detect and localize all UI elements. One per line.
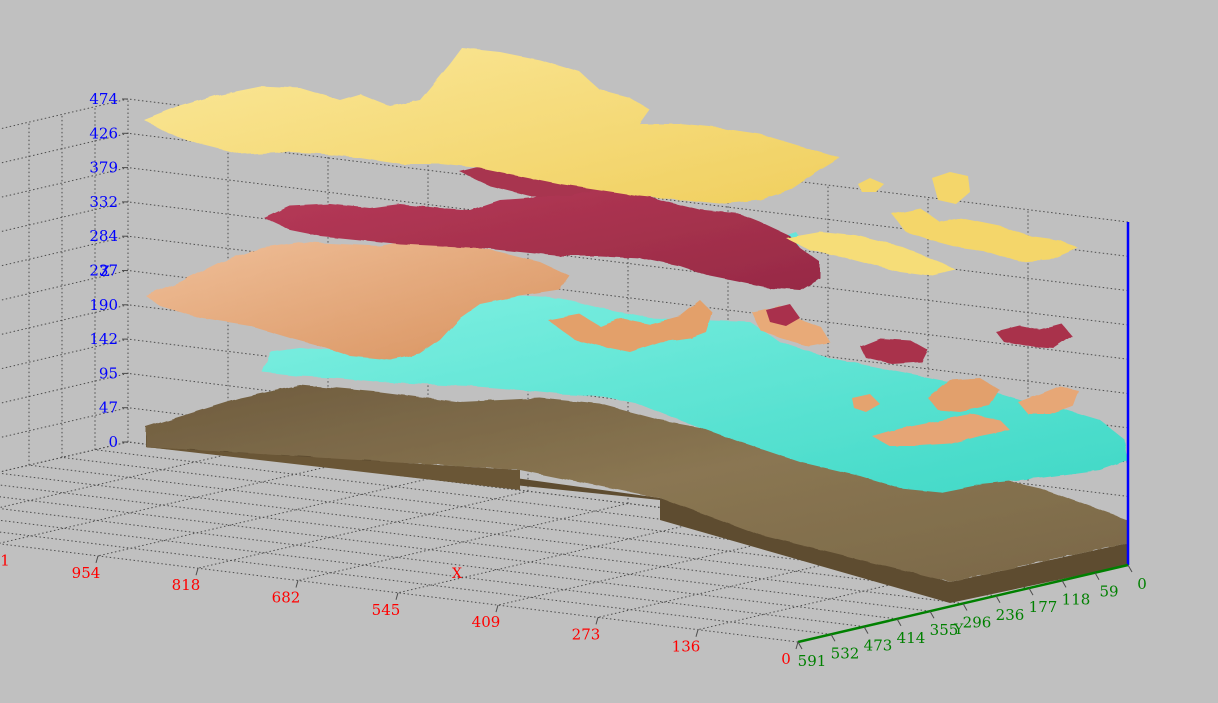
x-tick: [195, 568, 199, 576]
y-tick: [797, 641, 803, 650]
x-tick-label: 545: [372, 601, 401, 619]
y-tick: [929, 610, 935, 619]
x-tick: [595, 617, 599, 625]
grid-line: [0, 441, 129, 473]
z-tick-label: 284: [89, 227, 118, 245]
x-tick: [795, 641, 799, 650]
yellow-fragment: [858, 178, 884, 192]
y-tick-label: 473: [864, 637, 893, 655]
crimson-fragment: [860, 338, 928, 364]
x-axis-name: X: [452, 566, 462, 582]
z-tick-label: 47: [99, 399, 118, 417]
z-tick-label: 474: [89, 90, 118, 108]
y-tick-label: 236: [996, 606, 1025, 624]
x-tick-label: 818: [172, 576, 201, 594]
y-tick-label: 0: [1137, 575, 1147, 593]
x-tick: [495, 604, 499, 613]
grid-line: [297, 503, 629, 581]
x-tick-label: 273: [572, 625, 601, 643]
y-tick-label: 296: [963, 614, 992, 632]
x-tick-label: 682: [272, 589, 301, 607]
y-tick-label: 177: [1029, 598, 1058, 616]
z-tick-label: 142: [89, 330, 118, 348]
orange-fragment: [1018, 386, 1078, 414]
x-tick: [395, 592, 399, 600]
grid-line: [0, 543, 799, 643]
yellow-fragment: [892, 208, 1078, 262]
grid-line: [0, 453, 229, 509]
grid-line: [0, 441, 129, 473]
y-tick: [995, 595, 1001, 604]
y-tick: [1061, 580, 1067, 588]
3d-layer-plot: 04795142190237284332379426474Z1, 3631, 2…: [0, 48, 1147, 670]
y-tick: [1028, 587, 1034, 596]
x-tick-label: 0: [781, 650, 791, 668]
yellow-fragment: [932, 172, 970, 204]
grid-line: [397, 515, 729, 594]
y-axis-name: Y: [953, 622, 964, 638]
y-tick-label: 414: [897, 629, 926, 647]
x-tick: [95, 555, 99, 564]
z-tick-label: 426: [89, 124, 118, 142]
x-tick-label: 136: [672, 638, 701, 656]
crimson-fragment: [996, 324, 1072, 348]
x-tick-label: 409: [472, 613, 501, 631]
x-tick: [295, 580, 299, 588]
y-tick-label: 118: [1062, 590, 1091, 608]
y-tick: [962, 603, 968, 611]
y-tick: [863, 626, 869, 634]
y-tick-label: 532: [831, 644, 860, 662]
x-tick-label: 954: [72, 564, 101, 582]
x-tick-label: 1, 091: [0, 552, 10, 570]
z-axis-name: Z: [100, 264, 110, 280]
y-tick: [1094, 572, 1100, 580]
y-tick: [1127, 564, 1133, 573]
y-tick: [896, 618, 902, 627]
z-tick-label: 95: [99, 364, 118, 382]
y-tick-label: 59: [1099, 583, 1118, 601]
z-tick-label: 190: [89, 296, 118, 314]
grid-line: [197, 490, 529, 569]
z-tick-label: 332: [89, 193, 118, 211]
y-tick-label: 591: [798, 652, 827, 670]
grid-line: [97, 478, 429, 557]
grid-line: [0, 466, 329, 544]
x-tick: [695, 629, 699, 637]
z-tick-label: 379: [89, 159, 118, 177]
y-tick: [830, 634, 836, 642]
z-tick-label: 0: [108, 433, 118, 451]
